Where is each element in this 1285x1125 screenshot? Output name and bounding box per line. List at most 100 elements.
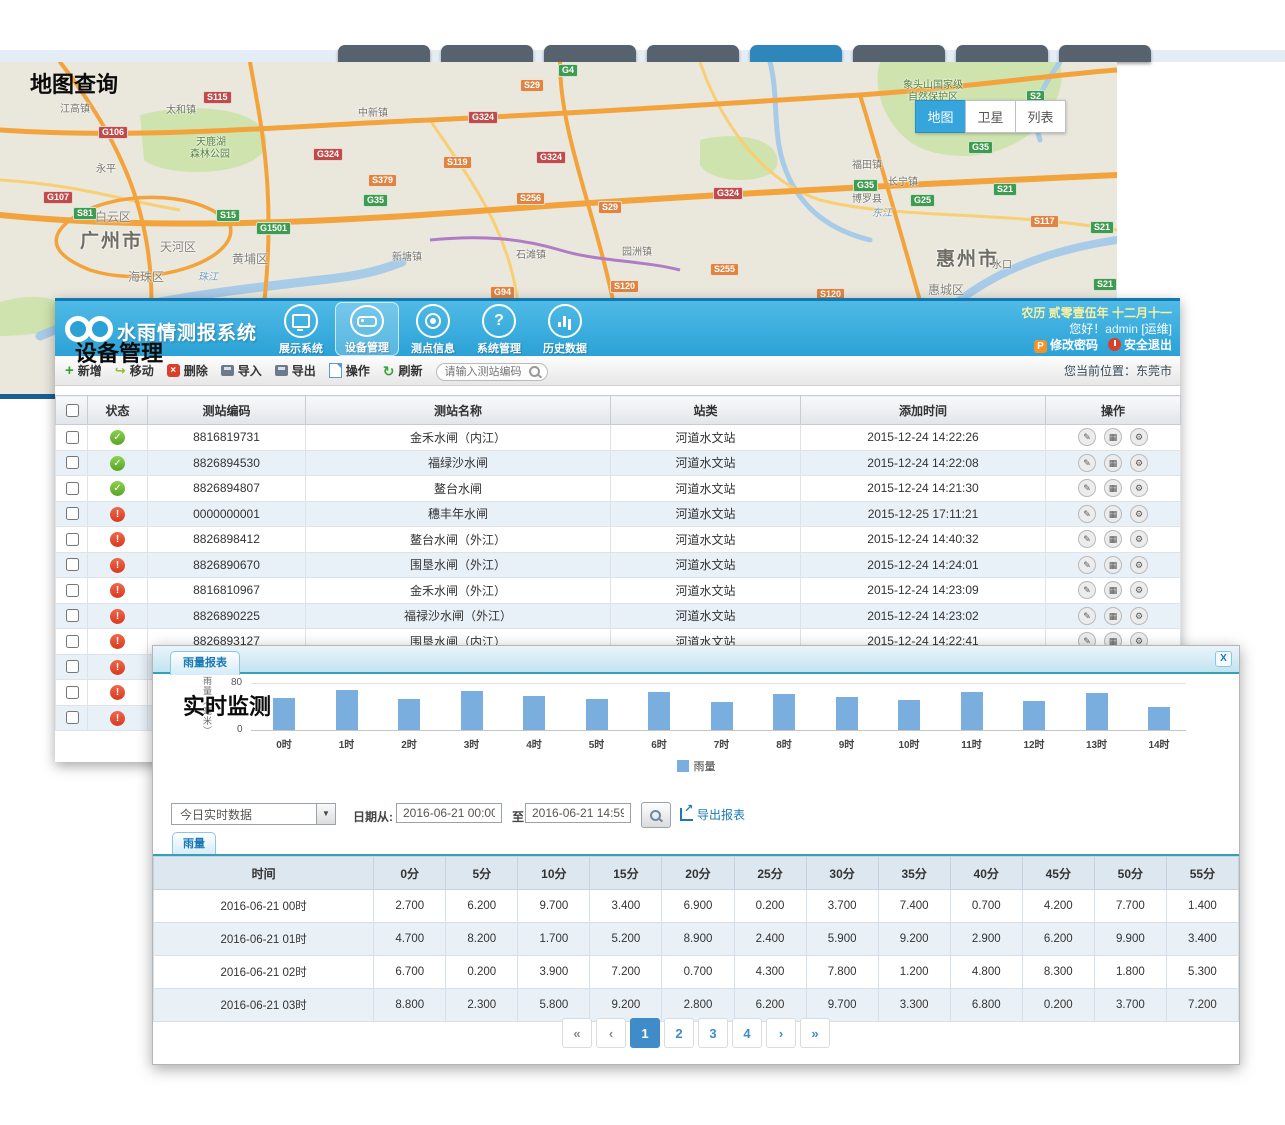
minute-column-header: 20分 <box>662 857 734 890</box>
toolbar-button[interactable]: 导入 <box>221 362 262 379</box>
map-label: 博罗县 <box>852 190 882 205</box>
toolbar-button[interactable]: 导出 <box>275 362 316 379</box>
chart-bar <box>523 696 545 730</box>
road-badge: S117 <box>1030 215 1059 228</box>
calendar-icon[interactable]: ▦ <box>1104 505 1122 523</box>
edit-icon[interactable]: ✎ <box>1078 454 1096 472</box>
settings-icon[interactable]: ⚙ <box>1130 530 1148 548</box>
calendar-icon[interactable]: ▦ <box>1104 479 1122 497</box>
browser-tab[interactable] <box>338 45 430 62</box>
edit-icon[interactable]: ✎ <box>1078 556 1096 574</box>
row-checkbox[interactable] <box>66 533 79 546</box>
edit-icon[interactable]: ✎ <box>1078 428 1096 446</box>
pagination-page[interactable]: 4 <box>732 1018 762 1048</box>
rain-value-cell: 9.700 <box>806 989 878 1022</box>
toolbar-button[interactable]: ↻刷新 <box>383 362 423 379</box>
edit-icon[interactable]: ✎ <box>1078 479 1096 497</box>
pagination-page[interactable]: » <box>800 1018 830 1048</box>
pagination-page-active[interactable]: 1 <box>630 1018 660 1048</box>
browser-tab[interactable] <box>1059 45 1151 62</box>
close-icon[interactable]: X <box>1215 651 1232 667</box>
row-checkbox[interactable] <box>66 711 79 724</box>
edit-icon[interactable]: ✎ <box>1078 581 1096 599</box>
map-view-button[interactable]: 卫星 <box>965 100 1016 133</box>
browser-tab[interactable] <box>750 45 842 62</box>
rain-value-cell: 9.200 <box>590 989 662 1022</box>
row-checkbox[interactable] <box>66 635 79 648</box>
browser-tab[interactable] <box>956 45 1048 62</box>
calendar-icon[interactable]: ▦ <box>1104 581 1122 599</box>
station-type-cell: 河道水文站 <box>611 425 801 451</box>
search-button[interactable] <box>641 802 671 828</box>
rain-value-cell: 6.200 <box>734 989 806 1022</box>
tab-rain-data[interactable]: 雨量 <box>172 832 216 855</box>
row-checkbox[interactable] <box>66 558 79 571</box>
app-header: 水雨情测报系统 展示系统设备管理测点信息?系统管理历史数据 农历 贰零壹伍年 十… <box>55 298 1180 356</box>
filter-bar: 今日实时数据▼ 日期从: 至 导出报表 <box>153 801 1239 829</box>
browser-tab[interactable] <box>441 45 533 62</box>
change-password-link[interactable]: P修改密码 <box>1034 337 1098 353</box>
nav-item-target[interactable]: 测点信息 <box>401 302 465 356</box>
row-checkbox[interactable] <box>66 609 79 622</box>
row-checkbox[interactable] <box>66 660 79 673</box>
settings-icon[interactable]: ⚙ <box>1130 454 1148 472</box>
browser-tab[interactable] <box>853 45 945 62</box>
pagination-page[interactable]: 2 <box>664 1018 694 1048</box>
nav-item-device[interactable]: 设备管理 <box>335 302 399 356</box>
tab-rain-report[interactable]: 雨量报表 <box>170 651 240 675</box>
browser-tab[interactable] <box>544 45 636 62</box>
calendar-icon[interactable]: ▦ <box>1104 454 1122 472</box>
pagination-arrow[interactable]: « <box>562 1018 592 1048</box>
map-view-button[interactable]: 列表 <box>1015 100 1066 133</box>
row-checkbox[interactable] <box>66 482 79 495</box>
row-checkbox[interactable] <box>66 507 79 520</box>
toolbar-button[interactable]: 操作 <box>329 362 370 379</box>
settings-icon[interactable]: ⚙ <box>1130 479 1148 497</box>
map-label: 新塘镇 <box>392 248 422 263</box>
date-to-input[interactable] <box>525 803 631 823</box>
browser-tab[interactable] <box>647 45 739 62</box>
calendar-icon[interactable]: ▦ <box>1104 556 1122 574</box>
edit-icon[interactable]: ✎ <box>1078 505 1096 523</box>
target-icon <box>416 304 450 338</box>
logout-link[interactable]: 安全退出 <box>1108 337 1172 353</box>
chevron-down-icon: ▼ <box>316 804 335 824</box>
calendar-icon[interactable]: ▦ <box>1104 607 1122 625</box>
minute-column-header: 15分 <box>590 857 662 890</box>
calendar-icon[interactable]: ▦ <box>1104 530 1122 548</box>
settings-icon[interactable]: ⚙ <box>1130 581 1148 599</box>
settings-icon[interactable]: ⚙ <box>1130 505 1148 523</box>
settings-icon[interactable]: ⚙ <box>1130 607 1148 625</box>
row-select-cell <box>56 450 88 476</box>
realtime-monitor-label: 实时监测 <box>183 689 271 721</box>
nav-item-help[interactable]: ?系统管理 <box>467 302 531 356</box>
pagination-page[interactable]: › <box>766 1018 796 1048</box>
row-select-cell <box>56 501 88 527</box>
edit-icon[interactable]: ✎ <box>1078 607 1096 625</box>
row-checkbox[interactable] <box>66 431 79 444</box>
date-from-input[interactable] <box>396 803 502 823</box>
pagination-arrow[interactable]: ‹ <box>596 1018 626 1048</box>
nav-item-chart[interactable]: 历史数据 <box>533 302 597 356</box>
greeting: 您好！admin [运维] <box>1021 321 1172 337</box>
row-checkbox[interactable] <box>66 686 79 699</box>
row-checkbox[interactable] <box>66 584 79 597</box>
map-view-button[interactable]: 地图 <box>915 100 966 133</box>
station-type-cell: 河道水文站 <box>611 527 801 553</box>
toolbar-button[interactable]: ×删除 <box>167 362 208 379</box>
row-checkbox[interactable] <box>66 456 79 469</box>
export-report-link[interactable]: 导出报表 <box>680 806 745 823</box>
map-query-label: 地图查询 <box>30 67 118 99</box>
settings-icon[interactable]: ⚙ <box>1130 428 1148 446</box>
nav-item-monitor[interactable]: 展示系统 <box>269 302 333 356</box>
edit-icon[interactable]: ✎ <box>1078 530 1096 548</box>
select-all-checkbox[interactable] <box>66 404 79 417</box>
operations-cell: ✎ ▦ ⚙ <box>1046 425 1181 451</box>
added-time-cell: 2015-12-25 17:11:21 <box>801 501 1046 527</box>
status-error-icon: ! <box>110 685 125 700</box>
pagination-page[interactable]: 3 <box>698 1018 728 1048</box>
settings-icon[interactable]: ⚙ <box>1130 556 1148 574</box>
calendar-icon[interactable]: ▦ <box>1104 428 1122 446</box>
data-preset-select[interactable]: 今日实时数据▼ <box>171 803 336 825</box>
status-cell: ! <box>88 654 148 680</box>
